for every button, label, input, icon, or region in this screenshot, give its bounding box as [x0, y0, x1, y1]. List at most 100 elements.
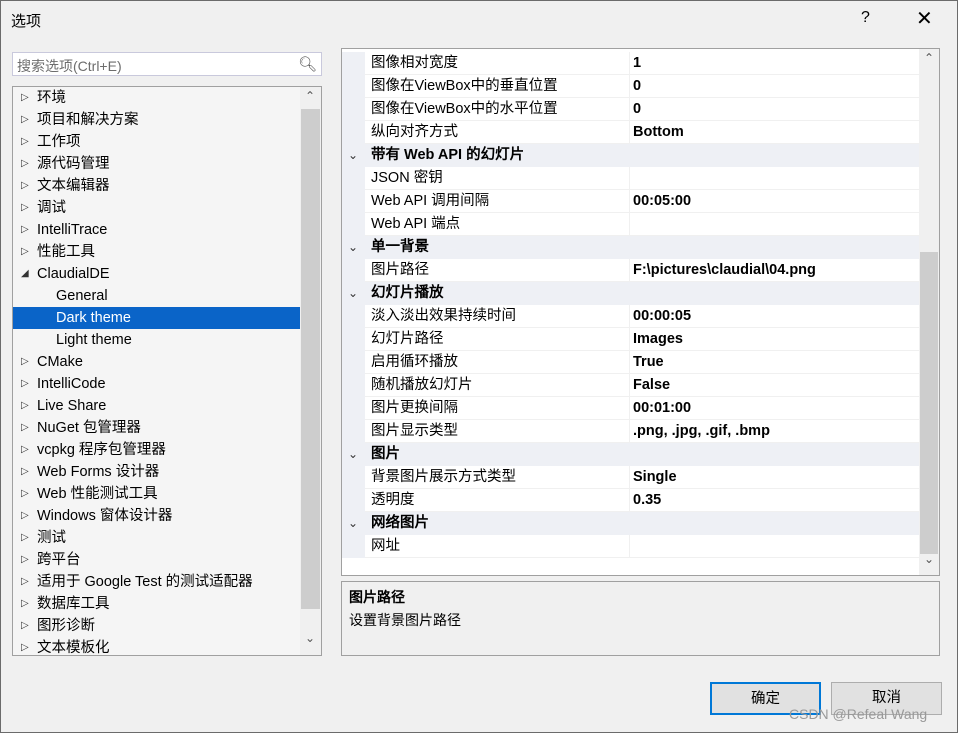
- tree-item[interactable]: ▷ 数据库工具: [13, 593, 300, 615]
- property-value[interactable]: Bottom: [633, 121, 684, 143]
- property-row[interactable]: JSON 密钥: [342, 167, 919, 190]
- property-value[interactable]: 00:01:00: [633, 397, 691, 419]
- property-value[interactable]: 1: [633, 52, 641, 74]
- tree-item[interactable]: ▷ Web 性能测试工具: [13, 483, 300, 505]
- collapsed-arrow-icon[interactable]: ▷: [21, 549, 29, 571]
- scroll-down-icon[interactable]: ⌄: [924, 552, 934, 566]
- property-row[interactable]: 网址: [342, 535, 919, 558]
- tree-item[interactable]: ▷ 工作项: [13, 131, 300, 153]
- property-row[interactable]: 幻灯片路径 Images: [342, 328, 919, 351]
- scroll-thumb[interactable]: [301, 109, 320, 609]
- property-row[interactable]: 图像在ViewBox中的垂直位置 0: [342, 75, 919, 98]
- tree-item[interactable]: ▷ 跨平台: [13, 549, 300, 571]
- collapsed-arrow-icon[interactable]: ▷: [21, 219, 29, 241]
- collapsed-arrow-icon[interactable]: ▷: [21, 87, 29, 109]
- tree-item[interactable]: ▷ 适用于 Google Test 的测试适配器: [13, 571, 300, 593]
- collapsed-arrow-icon[interactable]: ▷: [21, 417, 29, 439]
- tree-item[interactable]: ▷ 性能工具: [13, 241, 300, 263]
- collapsed-arrow-icon[interactable]: ▷: [21, 175, 29, 197]
- collapsed-arrow-icon[interactable]: ▷: [21, 571, 29, 593]
- chevron-down-icon[interactable]: ⌄: [348, 144, 358, 166]
- property-row[interactable]: 图片路径 F:\pictures\claudial\04.png: [342, 259, 919, 282]
- property-value[interactable]: False: [633, 374, 670, 396]
- help-button[interactable]: ?: [861, 9, 870, 27]
- property-row[interactable]: Web API 调用间隔 00:05:00: [342, 190, 919, 213]
- tree-item[interactable]: ▷ 源代码管理: [13, 153, 300, 175]
- property-row[interactable]: 图像在ViewBox中的水平位置 0: [342, 98, 919, 121]
- property-row[interactable]: 纵向对齐方式 Bottom: [342, 121, 919, 144]
- tree-item[interactable]: ▷ CMake: [13, 351, 300, 373]
- tree-item[interactable]: ▷ IntelliTrace: [13, 219, 300, 241]
- property-value[interactable]: 0.35: [633, 489, 661, 511]
- scroll-up-icon[interactable]: ⌃: [924, 51, 934, 65]
- chevron-down-icon[interactable]: ⌄: [348, 236, 358, 258]
- property-row[interactable]: 背景图片展示方式类型 Single: [342, 466, 919, 489]
- collapsed-arrow-icon[interactable]: ▷: [21, 593, 29, 615]
- category-row[interactable]: ⌄ 网络图片: [342, 512, 919, 535]
- collapsed-arrow-icon[interactable]: ▷: [21, 483, 29, 505]
- tree-item[interactable]: ▷ 文本模板化: [13, 637, 300, 655]
- property-row[interactable]: 图片显示类型 .png, .jpg, .gif, .bmp: [342, 420, 919, 443]
- tree-item[interactable]: ▷ Live Share: [13, 395, 300, 417]
- tree-item[interactable]: ▷ 测试: [13, 527, 300, 549]
- collapsed-arrow-icon[interactable]: ▷: [21, 439, 29, 461]
- chevron-down-icon[interactable]: ⌄: [348, 512, 358, 534]
- tree-item[interactable]: ▷ 图形诊断: [13, 615, 300, 637]
- collapsed-arrow-icon[interactable]: ▷: [21, 615, 29, 637]
- close-button[interactable]: ✕: [916, 6, 933, 31]
- property-row[interactable]: Web API 端点: [342, 213, 919, 236]
- category-row[interactable]: ⌄ 幻灯片播放: [342, 282, 919, 305]
- grid-scrollbar[interactable]: ⌃ ⌄: [919, 49, 939, 575]
- collapsed-arrow-icon[interactable]: ▷: [21, 373, 29, 395]
- tree-item[interactable]: Light theme: [13, 329, 300, 351]
- tree-item[interactable]: ◢ ClaudialDE: [13, 263, 300, 285]
- tree-item[interactable]: ▷ vcpkg 程序包管理器: [13, 439, 300, 461]
- collapsed-arrow-icon[interactable]: ▷: [21, 461, 29, 483]
- scroll-thumb[interactable]: [920, 252, 938, 554]
- property-value[interactable]: 0: [633, 75, 641, 97]
- collapsed-arrow-icon[interactable]: ▷: [21, 351, 29, 373]
- tree-item[interactable]: ▷ Windows 窗体设计器: [13, 505, 300, 527]
- category-row[interactable]: ⌄ 单一背景: [342, 236, 919, 259]
- scroll-down-icon[interactable]: ⌄: [305, 631, 315, 645]
- collapsed-arrow-icon[interactable]: ▷: [21, 109, 29, 131]
- property-row[interactable]: 随机播放幻灯片 False: [342, 374, 919, 397]
- tree-item[interactable]: ▷ 文本编辑器: [13, 175, 300, 197]
- tree-item[interactable]: ▷ 项目和解决方案: [13, 109, 300, 131]
- collapsed-arrow-icon[interactable]: ▷: [21, 131, 29, 153]
- collapsed-arrow-icon[interactable]: ▷: [21, 153, 29, 175]
- collapsed-arrow-icon[interactable]: ▷: [21, 241, 29, 263]
- collapsed-arrow-icon[interactable]: ▷: [21, 527, 29, 549]
- category-row[interactable]: ⌄ 图片: [342, 443, 919, 466]
- tree-item[interactable]: ▷ 环境: [13, 87, 300, 109]
- tree-item[interactable]: ▷ 调试: [13, 197, 300, 219]
- property-value[interactable]: Single: [633, 466, 677, 488]
- search-icon[interactable]: 🔍︎: [298, 55, 317, 73]
- tree-item[interactable]: ▷ Web Forms 设计器: [13, 461, 300, 483]
- tree-item[interactable]: Dark theme: [13, 307, 300, 329]
- collapsed-arrow-icon[interactable]: ▷: [21, 637, 29, 655]
- property-value[interactable]: .png, .jpg, .gif, .bmp: [633, 420, 770, 442]
- tree-item[interactable]: ▷ IntelliCode: [13, 373, 300, 395]
- property-value[interactable]: 0: [633, 98, 641, 120]
- property-row[interactable]: 图片更换间隔 00:01:00: [342, 397, 919, 420]
- property-value[interactable]: F:\pictures\claudial\04.png: [633, 259, 816, 281]
- chevron-down-icon[interactable]: ⌄: [348, 443, 358, 465]
- property-value[interactable]: True: [633, 351, 664, 373]
- tree-scrollbar[interactable]: ⌃ ⌄: [300, 87, 321, 655]
- tree-item[interactable]: ▷ NuGet 包管理器: [13, 417, 300, 439]
- chevron-down-icon[interactable]: ⌄: [348, 282, 358, 304]
- collapsed-arrow-icon[interactable]: ▷: [21, 395, 29, 417]
- category-row[interactable]: ⌄ 带有 Web API 的幻灯片: [342, 144, 919, 167]
- scroll-up-icon[interactable]: ⌃: [305, 89, 315, 103]
- property-row[interactable]: 透明度 0.35: [342, 489, 919, 512]
- property-row[interactable]: 淡入淡出效果持续时间 00:00:05: [342, 305, 919, 328]
- tree-item[interactable]: General: [13, 285, 300, 307]
- collapsed-arrow-icon[interactable]: ▷: [21, 505, 29, 527]
- expanded-arrow-icon[interactable]: ◢: [21, 263, 29, 285]
- property-value[interactable]: Images: [633, 328, 683, 350]
- property-row[interactable]: 启用循环播放 True: [342, 351, 919, 374]
- property-value[interactable]: 00:05:00: [633, 190, 691, 212]
- search-input[interactable]: 搜索选项(Ctrl+E) 🔍︎: [12, 52, 322, 76]
- property-value[interactable]: 00:00:05: [633, 305, 691, 327]
